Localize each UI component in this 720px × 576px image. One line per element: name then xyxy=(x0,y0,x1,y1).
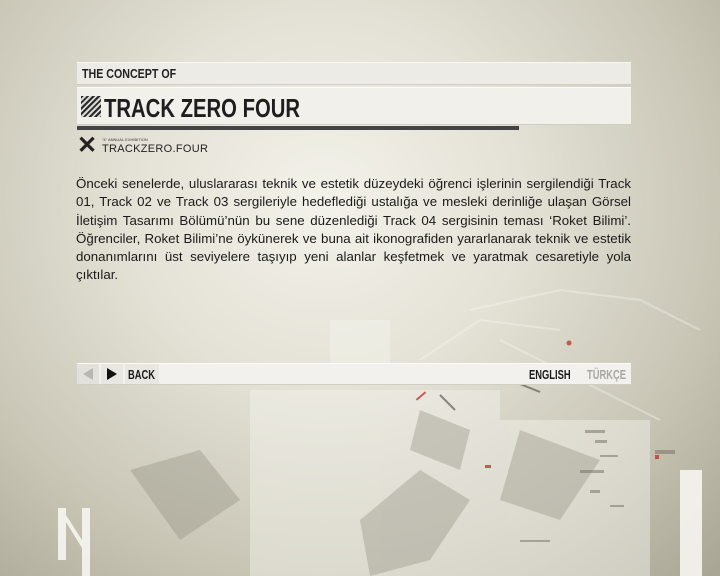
next-button[interactable] xyxy=(101,364,123,384)
concept-label: THE CONCEPT OF xyxy=(82,66,177,81)
x-logo-icon: ✕ xyxy=(77,132,98,159)
title-header: TRACK ZERO FOUR xyxy=(77,87,631,125)
previous-button[interactable] xyxy=(77,364,99,384)
logo-small-text: "4" ANNUAL EXHIBITION xyxy=(102,137,148,142)
navigation-bar: BACK ENGLISH TÜRKÇE xyxy=(77,363,631,385)
page-title: TRACK ZERO FOUR xyxy=(104,93,301,123)
back-label: BACK xyxy=(128,367,156,382)
concept-paragraph: Önceki senelerde, uluslararası teknik ve… xyxy=(76,176,631,283)
back-button[interactable]: BACK xyxy=(125,364,159,384)
language-english-link[interactable]: ENGLISH xyxy=(529,367,571,382)
track-zero-four-logo: ✕ "4" ANNUAL EXHIBITION TRACKZERO.FOUR xyxy=(77,134,227,158)
title-underline xyxy=(77,126,519,130)
hatch-icon xyxy=(81,96,101,117)
logo-name: TRACKZERO.FOUR xyxy=(102,143,209,155)
arrow-left-icon xyxy=(83,368,93,380)
concept-header: THE CONCEPT OF xyxy=(77,62,631,85)
arrow-right-icon xyxy=(107,368,117,380)
language-turkish-link[interactable]: TÜRKÇE xyxy=(587,367,626,382)
